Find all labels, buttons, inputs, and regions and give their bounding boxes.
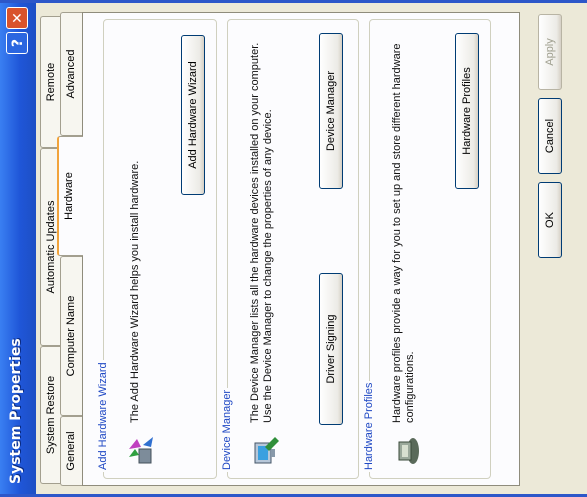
system-properties-dialog: System Properties ? ✕ System Restore Aut…: [0, 0, 587, 497]
tab-computer-name[interactable]: Computer Name: [60, 256, 82, 416]
tab-general[interactable]: General: [60, 416, 82, 486]
add-hardware-wizard-button[interactable]: Add Hardware Wizard: [181, 35, 205, 195]
window-title: System Properties: [8, 338, 24, 484]
hardware-profiles-button[interactable]: Hardware Profiles: [455, 33, 479, 189]
device-manager-icon: [254, 437, 279, 464]
hardware-tab-panel: Add Hardware Wizard The Add Hardware Wiz…: [82, 12, 520, 486]
add-hardware-group-title: Add Hardware Wizard: [97, 362, 109, 470]
device-manager-button[interactable]: Device Manager: [319, 33, 343, 189]
close-button[interactable]: ✕: [6, 7, 28, 29]
title-bar[interactable]: System Properties ? ✕: [0, 3, 36, 494]
hardware-wizard-icon: [129, 437, 153, 464]
driver-signing-button[interactable]: Driver Signing: [319, 273, 343, 425]
hardware-profiles-group-title: Hardware Profiles: [363, 382, 375, 470]
device-manager-description: The Device Manager lists all the hardwar…: [249, 42, 274, 423]
hardware-profiles-description: Hardware profiles provide a way for you …: [391, 43, 416, 424]
apply-button[interactable]: Apply: [538, 14, 562, 90]
tab-remote[interactable]: Remote: [40, 16, 62, 148]
tab-system-restore[interactable]: System Restore: [40, 346, 62, 484]
device-manager-group-title: Device Manager: [221, 389, 233, 470]
help-button[interactable]: ?: [6, 32, 28, 54]
ok-button[interactable]: OK: [538, 182, 562, 258]
tab-advanced[interactable]: Advanced: [60, 12, 82, 136]
cancel-button[interactable]: Cancel: [538, 98, 562, 174]
hardware-profiles-icon: [398, 438, 419, 464]
tab-hardware[interactable]: Hardware: [57, 136, 83, 256]
add-hardware-description: The Add Hardware Wizard helps you instal…: [129, 160, 141, 423]
